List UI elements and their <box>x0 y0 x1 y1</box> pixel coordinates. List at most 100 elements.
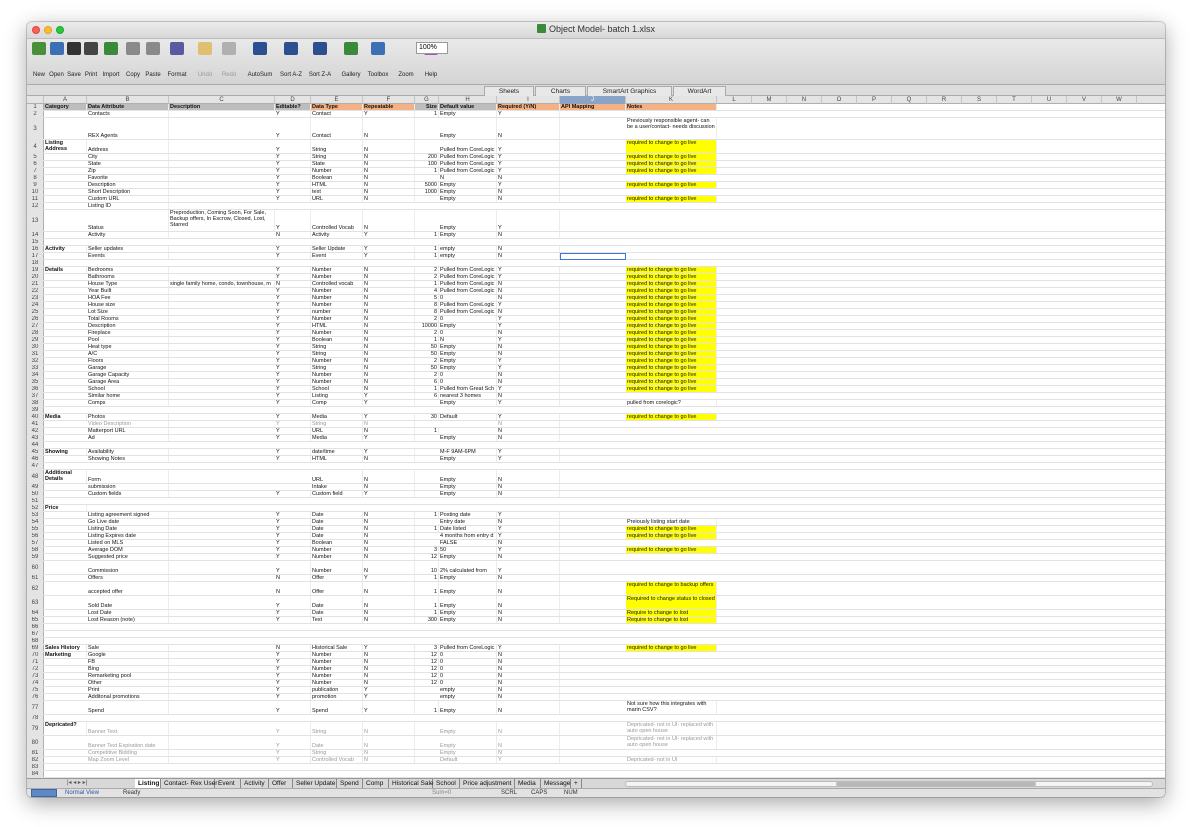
cell-b-32[interactable]: Floors <box>87 358 169 364</box>
column-header-l[interactable]: L <box>717 96 752 104</box>
sheet-tab-historical-sale[interactable]: Historical Sale <box>389 779 434 788</box>
cell-f-23[interactable]: N <box>363 295 415 301</box>
row-header[interactable]: 54 <box>27 519 44 525</box>
cell-e-73[interactable]: Number <box>311 673 363 679</box>
cell-h-62[interactable]: Empty <box>439 582 497 595</box>
cell-d-8[interactable]: Y <box>275 175 311 181</box>
cell-f-76[interactable]: Y <box>363 694 415 700</box>
cell-h-46[interactable]: Empty <box>439 456 497 462</box>
cell-f-61[interactable]: Y <box>363 575 415 581</box>
cell-a-52[interactable]: Price <box>44 505 87 511</box>
cell-g-61[interactable]: 1 <box>415 575 439 581</box>
cell-i-43[interactable]: N <box>497 435 560 441</box>
row-header[interactable]: 33 <box>27 365 44 371</box>
cell-f-36[interactable]: N <box>363 386 415 392</box>
row-header[interactable]: 6 <box>27 161 44 167</box>
cell-h-50[interactable]: Empty <box>439 491 497 497</box>
cell-d-80[interactable]: Y <box>275 736 311 749</box>
cell-k-11[interactable]: required to change to go live <box>626 196 717 202</box>
cell-g-64[interactable]: 1 <box>415 610 439 616</box>
cell-h-77[interactable]: Empty <box>439 701 497 714</box>
cell-b-59[interactable]: Suggested price <box>87 554 169 560</box>
row-header[interactable]: 58 <box>27 547 44 553</box>
cell-h-81[interactable]: Empty <box>439 750 497 756</box>
cell-d-20[interactable]: Y <box>275 274 311 280</box>
row-header[interactable]: 51 <box>27 498 44 504</box>
row-header[interactable]: 9 <box>27 182 44 188</box>
cell-k-63[interactable]: Required to change status to closed <box>626 596 717 609</box>
row-header[interactable]: 84 <box>27 771 44 777</box>
cell-f-9[interactable]: N <box>363 182 415 188</box>
row-header[interactable]: 73 <box>27 673 44 679</box>
toolbox-button[interactable]: Toolbox <box>363 39 393 85</box>
cell-e-2[interactable]: Contact <box>311 111 363 117</box>
cell-f-16[interactable]: Y <box>363 246 415 252</box>
cell-k-54[interactable]: Preiously listing start date <box>626 519 717 525</box>
cell-k-4[interactable]: required to change to go live <box>626 140 717 153</box>
horizontal-scrollbar[interactable] <box>625 781 1153 787</box>
cell-i-23[interactable]: N <box>497 295 560 301</box>
cell-e-62[interactable]: Offer <box>311 582 363 595</box>
row-header[interactable]: 46 <box>27 456 44 462</box>
cell-h-27[interactable]: Empty <box>439 323 497 329</box>
cell-f-79[interactable]: N <box>363 722 415 735</box>
cell-b-29[interactable]: Pool <box>87 337 169 343</box>
cell-i-10[interactable]: N <box>497 189 560 195</box>
column-header-g[interactable]: G <box>415 96 439 104</box>
cell-i-14[interactable]: N <box>497 232 560 238</box>
cell-e-49[interactable]: Intake <box>311 484 363 490</box>
row-header[interactable]: 4 <box>27 140 44 153</box>
cell-k-21[interactable]: required to change to go live <box>626 281 717 287</box>
row-header[interactable]: 14 <box>27 232 44 238</box>
cell-i-62[interactable]: N <box>497 582 560 595</box>
cell-h-17[interactable]: empty <box>439 253 497 259</box>
cell-h-30[interactable]: Empty <box>439 344 497 350</box>
cell-g-77[interactable]: 1 <box>415 701 439 714</box>
cell-f-69[interactable]: Y <box>363 645 415 651</box>
column-header-o[interactable]: O <box>822 96 857 104</box>
cell-h-21[interactable]: Pulled from CoreLogic <box>439 281 497 287</box>
cell-i-6[interactable]: Y <box>497 161 560 167</box>
cell-e-31[interactable]: String <box>311 351 363 357</box>
row-header[interactable]: 17 <box>27 253 44 259</box>
cell-b-48[interactable]: Form <box>87 470 169 483</box>
cell-i-58[interactable]: Y <box>497 547 560 553</box>
cell-g-33[interactable]: 50 <box>415 365 439 371</box>
import-button[interactable]: Import <box>99 39 123 85</box>
cell-d-69[interactable]: N <box>275 645 311 651</box>
cell-k-1[interactable]: Notes <box>626 104 717 110</box>
column-header-e[interactable]: E <box>311 96 363 104</box>
ribbon-tab-wordart[interactable]: WordArt <box>673 86 726 96</box>
cell-b-24[interactable]: House size <box>87 302 169 308</box>
cell-e-38[interactable]: Comp <box>311 400 363 406</box>
column-header-f[interactable]: F <box>363 96 415 104</box>
normal-view-button[interactable] <box>31 789 57 797</box>
paste-button[interactable]: Paste <box>144 39 162 85</box>
row-header[interactable]: 57 <box>27 540 44 546</box>
sheet-tab-contact-rex-user[interactable]: Contact- Rex User <box>161 779 217 788</box>
row-header[interactable]: 21 <box>27 281 44 287</box>
cell-f-35[interactable]: N <box>363 379 415 385</box>
cell-b-61[interactable]: Offers <box>87 575 169 581</box>
cell-g-7[interactable]: 1 <box>415 168 439 174</box>
cell-f-50[interactable]: Y <box>363 491 415 497</box>
cell-f-59[interactable]: N <box>363 554 415 560</box>
cell-b-64[interactable]: Lost Date <box>87 610 169 616</box>
cell-i-72[interactable]: N <box>497 666 560 672</box>
cell-b-23[interactable]: HOA Fee <box>87 295 169 301</box>
cell-d-73[interactable]: Y <box>275 673 311 679</box>
cell-k-40[interactable]: required to change to go live <box>626 414 717 420</box>
cell-d-17[interactable]: Y <box>275 253 311 259</box>
cell-i-1[interactable]: Required (Y/N) <box>497 104 560 110</box>
cell-b-45[interactable]: Availability <box>87 449 169 455</box>
cell-k-29[interactable]: required to change to go live <box>626 337 717 343</box>
cell-d-23[interactable]: Y <box>275 295 311 301</box>
cell-h-56[interactable]: 4 months from entry d <box>439 533 497 539</box>
row-header[interactable]: 27 <box>27 323 44 329</box>
cell-b-9[interactable]: Description <box>87 182 169 188</box>
cell-d-35[interactable]: Y <box>275 379 311 385</box>
cell-d-33[interactable]: Y <box>275 365 311 371</box>
cell-g-65[interactable]: 300 <box>415 617 439 623</box>
cell-f-57[interactable]: N <box>363 540 415 546</box>
cell-f-60[interactable]: N <box>363 561 415 574</box>
